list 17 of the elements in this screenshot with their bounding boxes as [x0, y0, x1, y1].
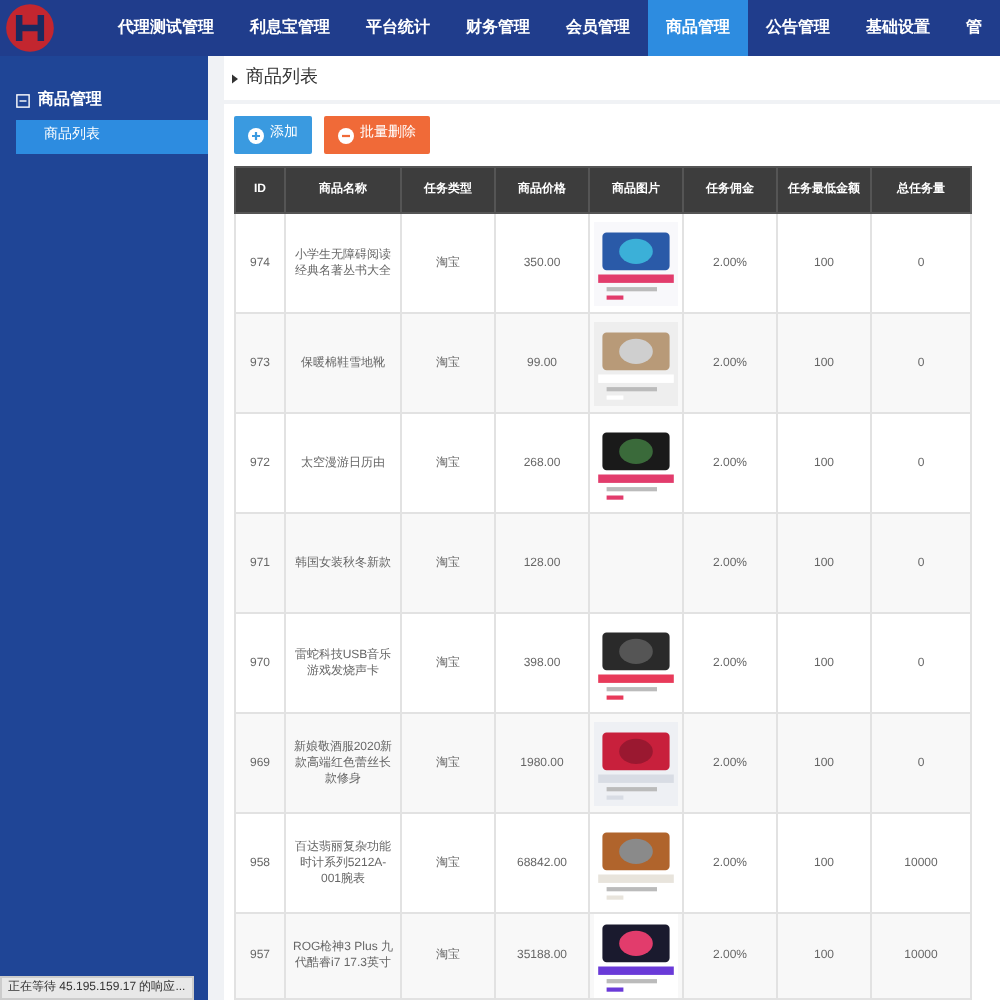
- nav-tab[interactable]: 利息宝管理: [232, 0, 348, 56]
- page-title: 商品列表: [246, 64, 318, 91]
- nav-tab[interactable]: 商品管理: [648, 0, 748, 56]
- sidebar-group-label: 商品管理: [38, 88, 102, 112]
- minus-circle-icon: [338, 127, 354, 143]
- nav-tab[interactable]: 基础设置: [848, 0, 948, 56]
- logo-icon: [4, 2, 56, 54]
- collapse-icon: [16, 93, 30, 107]
- nav-tab[interactable]: 代理测试管理: [100, 0, 232, 56]
- sidebar-group[interactable]: 商品管理: [0, 80, 208, 120]
- caret-icon: [232, 73, 238, 83]
- plus-circle-icon: [248, 127, 264, 143]
- nav-tab[interactable]: 管: [948, 0, 1000, 56]
- nav-tab[interactable]: 平台统计: [348, 0, 448, 56]
- nav-tab[interactable]: 会员管理: [548, 0, 648, 56]
- nav-tab[interactable]: 财务管理: [448, 0, 548, 56]
- nav-tab[interactable]: 公告管理: [748, 0, 848, 56]
